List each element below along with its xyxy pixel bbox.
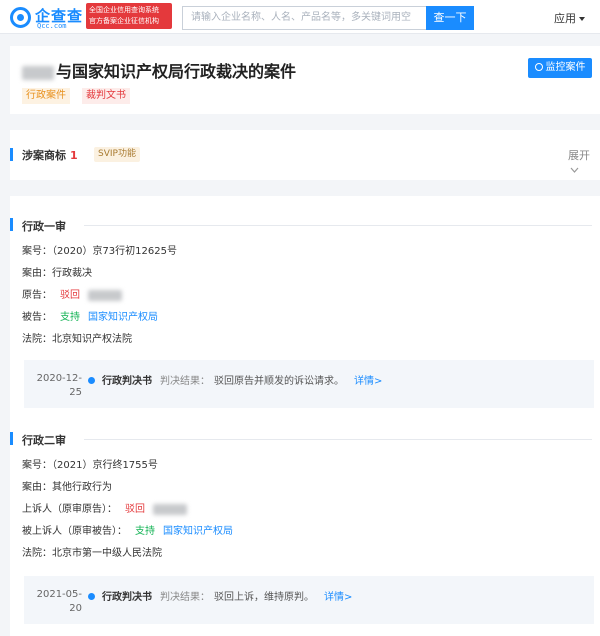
doc-detail-link[interactable]: 详情> (354, 376, 382, 387)
case-title-card: 与国家知识产权局行政裁决的案件 行政案件 裁判文书 监控案件 (10, 46, 600, 114)
section-accent-bar (10, 432, 13, 445)
top-header: 企查查 Qcc.com 全国企业信用查询系统 官方备案企业征信机构 请输入企业名… (0, 0, 600, 34)
defendant-row: 被告： 支持 国家知识产权局 (22, 308, 158, 323)
stage-divider (84, 225, 592, 226)
tag-admin-case: 行政案件 (22, 88, 70, 104)
badge-line-1: 全国企业信用查询系统 (89, 6, 159, 14)
doc-result-text: 驳回上诉，维持原判。 (214, 592, 314, 603)
section-accent-bar (10, 218, 13, 231)
plaintiff-row: 原告： 驳回 (22, 286, 122, 301)
case-cause: 其他行政行为 (52, 482, 112, 493)
page-title: 与国家知识产权局行政裁决的案件 (22, 58, 296, 82)
doc-date-line-2: 25 (69, 387, 82, 398)
case-stages-card: 行政一审 案号：（2020）京73行初12625号 案由：行政裁决 原告： 驳回 … (10, 196, 600, 636)
case-cause-label: 案由： (22, 482, 52, 493)
appellee-link[interactable]: 国家知识产权局 (163, 526, 233, 537)
doc-date-line-1: 2020-12- (36, 373, 82, 384)
svip-badge[interactable]: SVIP功能 (94, 147, 140, 162)
case-number: （2021）京行终1755号 (52, 460, 158, 471)
trademark-title-text: 涉案商标 (22, 149, 66, 162)
stage-divider (84, 439, 592, 440)
page-title-text: 与国家知识产权局行政裁决的案件 (56, 62, 297, 81)
monitor-case-button[interactable]: 监控案件 (528, 58, 592, 78)
appellee-label: 被上诉人（原审被告）： (22, 526, 127, 537)
monitor-button-label: 监控案件 (545, 62, 586, 73)
doc-date: 2021-05- 20 (36, 588, 82, 616)
judgment-doc-item: 2021-05- 20 行政判决书 判决结果： 驳回上诉，维持原判。 详情> (24, 576, 594, 624)
case-number-row: 案号：（2021）京行终1755号 (22, 456, 158, 471)
trademark-card: 涉案商标 1 SVIP功能 展开 (10, 130, 600, 180)
section-accent-bar (10, 148, 13, 161)
defendant-label: 被告： (22, 312, 52, 323)
logo-icon[interactable] (10, 7, 31, 28)
court-name: 北京知识产权法院 (52, 334, 132, 345)
case-number-row: 案号：（2020）京73行初12625号 (22, 242, 177, 257)
logo-subtext: Qcc.com (37, 22, 67, 30)
appellee-result: 支持 (135, 526, 155, 537)
defendant-result: 支持 (60, 312, 80, 323)
case-cause-row: 案由：行政裁决 (22, 264, 92, 279)
redacted-name (22, 65, 54, 80)
appellant-row: 上诉人（原审原告）： 驳回 (22, 500, 187, 515)
trademark-count: 1 (70, 149, 78, 162)
court-name: 北京市第一中级人民法院 (52, 548, 162, 559)
timeline-dot-icon (88, 593, 95, 600)
defendant-link[interactable]: 国家知识产权局 (88, 312, 158, 323)
doc-detail-link[interactable]: 详情> (324, 592, 352, 603)
appellant-label: 上诉人（原审原告）： (22, 504, 117, 515)
search-button[interactable]: 查一下 (426, 6, 474, 30)
doc-date-line-2: 20 (69, 603, 82, 614)
chevron-down-icon (570, 167, 579, 173)
stage-title-first: 行政一审 (22, 220, 66, 233)
redacted-plaintiff (88, 289, 122, 301)
monitor-icon (534, 63, 543, 71)
judgment-doc-item: 2020-12- 25 行政判决书 判决结果： 驳回原告并顺发的诉讼请求。 详情> (24, 360, 594, 408)
doc-date-line-1: 2021-05- (36, 589, 82, 600)
case-cause-row: 案由：其他行政行为 (22, 478, 112, 493)
court-label: 法院： (22, 334, 52, 345)
court-label: 法院： (22, 548, 52, 559)
plaintiff-label: 原告： (22, 290, 52, 301)
tag-judgment-doc: 裁判文书 (82, 88, 130, 104)
case-number-label: 案号： (22, 246, 52, 257)
app-menu-label: 应用 (554, 12, 576, 25)
doc-date: 2020-12- 25 (36, 372, 82, 400)
official-badge: 全国企业信用查询系统 官方备案企业征信机构 (86, 3, 172, 29)
search-input[interactable]: 请输入企业名称、人名、产品名等，多关键词用空 (182, 6, 426, 30)
stage-title-second: 行政二审 (22, 434, 66, 447)
caret-down-icon (579, 17, 585, 21)
doc-result-row: 判决结果： 驳回上诉，维持原判。 详情> (160, 588, 352, 603)
doc-result-row: 判决结果： 驳回原告并顺发的诉讼请求。 详情> (160, 372, 382, 387)
case-number: （2020）京73行初12625号 (52, 246, 177, 257)
case-number-label: 案号： (22, 460, 52, 471)
doc-result-label: 判决结果： (160, 592, 210, 603)
expand-toggle[interactable]: 展开 (568, 147, 600, 176)
appellant-result: 驳回 (125, 504, 145, 515)
doc-type: 行政判决书 (102, 592, 152, 603)
plaintiff-result: 驳回 (60, 290, 80, 301)
trademark-title: 涉案商标 1 (22, 147, 78, 163)
expand-label: 展开 (568, 149, 590, 162)
doc-result-text: 驳回原告并顺发的诉讼请求。 (214, 376, 344, 387)
doc-result-label: 判决结果： (160, 376, 210, 387)
doc-type: 行政判决书 (102, 376, 152, 387)
redacted-appellant (153, 503, 187, 515)
badge-line-2: 官方备案企业征信机构 (89, 17, 159, 25)
case-cause-label: 案由： (22, 268, 52, 279)
court-row: 法院：北京知识产权法院 (22, 330, 132, 345)
appellee-row: 被上诉人（原审被告）： 支持 国家知识产权局 (22, 522, 233, 537)
case-cause: 行政裁决 (52, 268, 92, 279)
app-menu[interactable]: 应用 (554, 10, 585, 26)
timeline-dot-icon (88, 377, 95, 384)
court-row: 法院：北京市第一中级人民法院 (22, 544, 162, 559)
